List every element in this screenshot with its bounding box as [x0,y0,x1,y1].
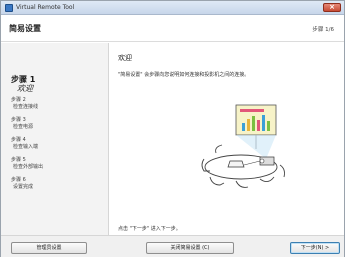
sidebar-item-output[interactable]: 步骤 5 检查外部输出 [11,157,43,171]
screen-bar-6 [267,121,270,131]
sidebar-item-welcome[interactable]: 步骤 1 欢迎 [11,75,35,93]
chair-icon [259,176,275,182]
screen-title-bar [240,109,264,112]
sidebar-item-input[interactable]: 步骤 4 检查输入端 [11,137,38,151]
projector-meeting-illustration [201,104,285,188]
chair-icon [215,144,223,154]
footer-bar: 管理员设置 关闭简易设置 (C) 下一步(N) > [1,235,344,257]
next-button[interactable]: 下一步(N) > [290,242,340,254]
laptop-icon [227,160,245,168]
app-icon [5,4,13,12]
sidebar-item-label: 检查连接线 [13,104,39,110]
main-heading: 欢迎 [118,54,132,62]
app-window: Virtual Remote Tool × 简易设置 步骤 1/6 步骤 1 欢… [0,0,345,257]
chair-icon [235,180,249,188]
main-panel: 欢迎 "简易设置" 会步骤向您说明如何连接和投影机之间的连接。 点击 "下一步"… [110,43,344,235]
screen-bar-1 [242,123,245,131]
sidebar-item-label: 欢迎 [17,84,33,93]
sidebar-step-label: 步骤 5 [11,157,26,163]
sidebar-item-finish[interactable]: 步骤 6 设置完成 [11,177,33,191]
sidebar-step-label: 步骤 3 [11,117,26,123]
step-counter: 步骤 1/6 [312,27,334,33]
sidebar-item-label: 检查外部输出 [13,164,44,170]
screen-bar-4 [257,120,260,131]
sidebar-step-label: 步骤 1 [11,75,36,84]
page-title: 简易设置 [9,24,41,33]
chair-icon [209,176,225,186]
window-title: Virtual Remote Tool [16,4,75,11]
sidebar-item-label: 设置完成 [13,184,34,190]
sidebar-item-label: 检查电源 [13,124,34,130]
sidebar-item-power[interactable]: 步骤 3 检查电源 [11,117,33,131]
admin-settings-button[interactable]: 管理员设置 [11,242,87,254]
chair-icon [279,164,285,178]
sidebar-step-label: 步骤 6 [11,177,26,183]
intro-text: "简易设置" 会步骤向您说明如何连接和投影机之间的连接。 [118,72,250,78]
sidebar-step-label: 步骤 2 [11,97,26,103]
sidebar-item-cables[interactable]: 步骤 2 检查连接线 [11,97,38,111]
next-hint: 点击 "下一步" 进入下一步。 [118,226,181,232]
sidebar-item-label: 检查输入端 [13,144,39,150]
projector-lens-icon [259,158,265,164]
close-setup-button[interactable]: 关闭简易设置 (C) [146,242,234,254]
header: 简易设置 步骤 1/6 [1,15,344,42]
close-icon[interactable]: × [323,3,341,12]
steps-sidebar: 步骤 1 欢迎 步骤 2 检查连接线 步骤 3 检查电源 步骤 4 检查输入端 … [1,43,109,235]
sidebar-step-label: 步骤 4 [11,137,26,143]
screen-bar-5 [262,115,265,131]
title-bar[interactable]: Virtual Remote Tool × [1,1,344,15]
screen-bar-3 [252,116,255,131]
screen-bar-2 [247,119,250,131]
